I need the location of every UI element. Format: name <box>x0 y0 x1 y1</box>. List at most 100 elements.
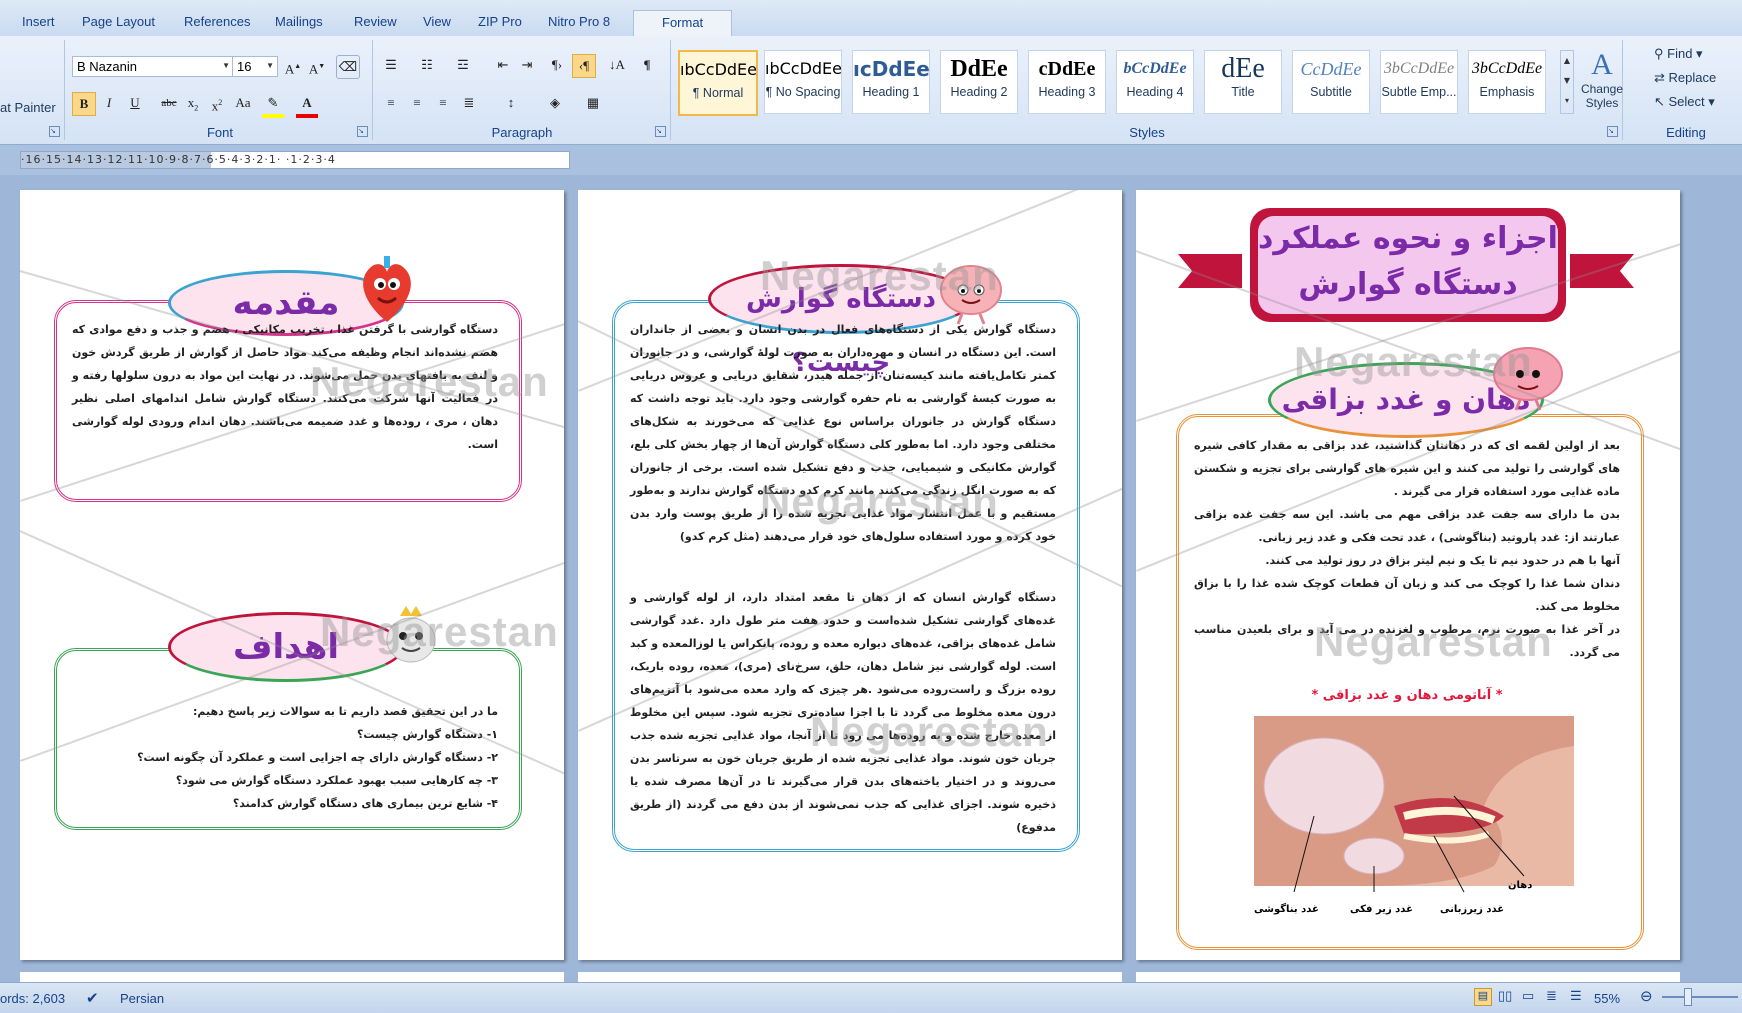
web-layout-icon[interactable]: ▭ <box>1522 988 1534 1004</box>
justify-icon[interactable]: ≣ <box>458 92 480 114</box>
font-launcher-icon[interactable]: ↘ <box>357 126 368 137</box>
middle-para-1: دستگاه گوارش یکی از دستگاه‌های فعال در ب… <box>630 323 1056 543</box>
bullets-icon[interactable]: ☰ <box>380 54 402 76</box>
rtl-icon[interactable]: ‹¶ <box>572 54 596 78</box>
align-center-icon[interactable]: ≡ <box>406 92 428 114</box>
ribbon-tail-right <box>1570 254 1634 288</box>
goal-item: ۳- چه کارهایی سبب بهبود عملکرد دستگاه گو… <box>175 774 498 787</box>
full-screen-reading-icon[interactable]: ▯▯ <box>1498 988 1512 1004</box>
sort-icon[interactable]: ↓A <box>606 54 628 76</box>
grow-font-icon[interactable]: A▲ <box>282 55 304 77</box>
select-button[interactable]: ↖ Select ▾ <box>1654 94 1715 110</box>
shrink-font-icon[interactable]: A▼ <box>306 55 328 77</box>
tab-mailings[interactable]: Mailings <box>275 14 323 29</box>
style-subtle-emphasis[interactable]: 3bCcDdEe Subtle Emp... <box>1380 50 1458 114</box>
label-sublingual: غدد زیرزبانی <box>1440 904 1505 915</box>
font-color-icon[interactable]: A <box>296 92 318 118</box>
page-middle[interactable]: دستگاه گوارش چیست؟ دستگاه گوارش یکی از د… <box>578 190 1122 960</box>
horizontal-ruler[interactable]: ·16·15·14·13·12·11·10·9·8·7·6·5·4·3·2·1·… <box>20 151 570 169</box>
styles-launcher-icon[interactable]: ↘ <box>1607 126 1618 137</box>
style-preview: dEe <box>1221 53 1265 84</box>
ltr-icon[interactable]: ¶› <box>546 54 568 76</box>
right-para: دندان شما غذا را کوچک می کند و زبان آن ق… <box>1194 577 1620 613</box>
figure-caption: * آناتومی دهان و غدد بزاقی * <box>1311 688 1503 703</box>
style-title[interactable]: dEe Title <box>1204 50 1282 114</box>
shading-icon[interactable]: ◈ <box>544 92 566 114</box>
paragraph-group-label: Paragraph <box>491 125 553 140</box>
style-no-spacing[interactable]: ıbCcDdEe ¶ No Spacing <box>764 50 842 114</box>
multilevel-list-icon[interactable]: ☲ <box>452 54 474 76</box>
tab-view[interactable]: View <box>423 14 451 29</box>
paragraph-launcher-icon[interactable]: ↘ <box>655 126 666 137</box>
font-group-label: Font <box>206 125 233 140</box>
style-name: Subtle Emp... <box>1381 85 1457 99</box>
language-indicator[interactable]: Persian <box>120 991 164 1006</box>
style-heading-2[interactable]: DdEe Heading 2 <box>940 50 1018 114</box>
tab-review[interactable]: Review <box>354 14 397 29</box>
page-right[interactable]: اجزاء و نحوه عملکرد دستگاه گوارش دهان و … <box>1136 190 1680 960</box>
draft-icon[interactable]: ☰ <box>1570 988 1582 1004</box>
clipboard-launcher-icon[interactable]: ↘ <box>49 126 60 137</box>
subscript-icon[interactable]: x2 <box>182 92 204 114</box>
tab-zip-pro[interactable]: ZIP Pro <box>478 14 522 29</box>
proofing-icon[interactable]: ✔ <box>86 989 99 1007</box>
outline-icon[interactable]: ≣ <box>1546 988 1557 1004</box>
tab-nitro-pro[interactable]: Nitro Pro 8 <box>548 14 610 29</box>
label-parotid: غدد بناگوشی <box>1254 904 1319 915</box>
bold-icon[interactable]: B <box>72 92 96 116</box>
style-preview: 3bCcDdEe <box>1471 60 1543 77</box>
style-heading-3[interactable]: cDdEe Heading 3 <box>1028 50 1106 114</box>
change-styles-button[interactable]: A Change Styles <box>1580 48 1624 110</box>
ribbon: at Painter ↘ B Nazanin ▼ 16 ▼ A▲ A▼ ⌫ B I … <box>0 36 1742 145</box>
tab-insert[interactable]: Insert <box>22 14 55 29</box>
page-left[interactable]: مقدمه دستگاه گوارشی با گرفتن غذا ، تخریب… <box>20 190 564 960</box>
tab-page-layout[interactable]: Page Layout <box>82 14 155 29</box>
decrease-indent-icon[interactable]: ⇤ <box>492 54 514 76</box>
style-heading-4[interactable]: bCcDdEe Heading 4 <box>1116 50 1194 114</box>
underline-icon[interactable]: U <box>124 92 146 114</box>
style-heading-1[interactable]: ıcDdEe Heading 1 <box>852 50 930 114</box>
zoom-slider[interactable] <box>1662 996 1738 998</box>
goals-title: اهداف <box>168 612 404 682</box>
change-styles-label: Change Styles <box>1580 82 1624 110</box>
style-subtitle[interactable]: CcDdEe Subtitle <box>1292 50 1370 114</box>
clear-formatting-icon[interactable]: ⌫ <box>336 55 360 79</box>
label-submandibular: غدد زیر فکی <box>1350 904 1413 915</box>
goal-item: ۲- دستگاه گوارش دارای چه اجزایی است و عم… <box>137 751 498 764</box>
change-case-icon[interactable]: Aa <box>232 92 254 114</box>
style-preview: cDdEe <box>1038 58 1096 80</box>
strikethrough-icon[interactable]: abc <box>158 92 180 114</box>
word-count[interactable]: ords: 2,603 <box>0 991 65 1006</box>
style-emphasis[interactable]: 3bCcDdEe Emphasis <box>1468 50 1546 114</box>
middle-para-2: دستگاه گوارش انسان که از دهان تا مقعد ام… <box>630 591 1056 834</box>
line-spacing-icon[interactable]: ↕ <box>500 92 522 114</box>
align-right-icon[interactable]: ≡ <box>432 92 454 114</box>
superscript-icon[interactable]: x2 <box>206 92 228 114</box>
font-group: B Nazanin ▼ 16 ▼ A▲ A▼ ⌫ B I U abc x2 x2 A… <box>68 40 373 140</box>
zoom-out-icon[interactable]: ⊖ <box>1640 987 1653 1005</box>
style-preview: ıcDdEe <box>853 57 929 81</box>
replace-button[interactable]: ⇄ Replace <box>1654 70 1716 86</box>
change-styles-icon: A <box>1591 48 1613 81</box>
right-para: در آخر غذا به صورت نرم، مرطوب و لغزنده د… <box>1194 623 1620 659</box>
zoom-level[interactable]: 55% <box>1594 991 1620 1006</box>
ruler-bar: ·16·15·14·13·12·11·10·9·8·7·6·5·4·3·2·1·… <box>0 145 1742 175</box>
format-painter-button[interactable]: at Painter <box>0 100 56 115</box>
numbering-icon[interactable]: ☷ <box>416 54 438 76</box>
tab-references[interactable]: References <box>184 14 250 29</box>
font-name-select[interactable]: B Nazanin ▼ <box>72 56 234 77</box>
increase-indent-icon[interactable]: ⇥ <box>516 54 538 76</box>
highlight-icon[interactable]: ✎ <box>262 92 284 118</box>
styles-scroll-icon[interactable]: ▲ ▼ ▾ <box>1560 50 1574 114</box>
show-marks-icon[interactable]: ¶ <box>636 54 658 76</box>
style-normal[interactable]: ıbCcDdEe ¶ Normal <box>678 50 758 116</box>
chevron-down-icon: ▼ <box>222 61 230 70</box>
right-para: بدن ما دارای سه جفت غدد بزاقی مهم می باش… <box>1194 508 1620 544</box>
align-left-icon[interactable]: ≡ <box>380 92 402 114</box>
font-size-select[interactable]: 16 ▼ <box>232 56 278 77</box>
print-layout-icon[interactable]: ▤ <box>1474 988 1492 1006</box>
borders-icon[interactable]: ▦ <box>582 92 604 114</box>
italic-icon[interactable]: I <box>98 92 120 114</box>
find-button[interactable]: ⚲ Find ▾ <box>1654 46 1703 62</box>
zoom-slider-thumb[interactable] <box>1684 988 1692 1006</box>
